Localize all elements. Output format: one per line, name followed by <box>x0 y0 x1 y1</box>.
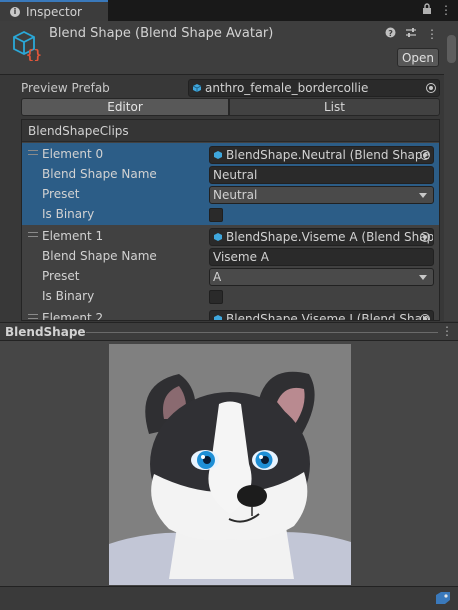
object-picker-icon[interactable] <box>420 314 430 320</box>
asset-labels-icon[interactable] <box>435 591 451 605</box>
chevron-down-icon <box>419 275 427 280</box>
header-tools: ? ⋮ <box>385 27 438 41</box>
tab-inspector[interactable]: i Inspector <box>0 0 108 21</box>
settings-icon[interactable] <box>405 27 417 41</box>
clip-object-value: BlendShape.Neutral (Blend Shape <box>226 148 430 162</box>
object-picker-icon[interactable] <box>420 150 430 160</box>
blendshape-avatar-asset-icon: {} <box>13 30 42 61</box>
asset-title: Blend Shape (Blend Shape Avatar) <box>49 26 274 41</box>
element-title: Element 0 <box>42 147 104 161</box>
element-title: Element 1 <box>42 229 104 243</box>
tab-tools: ⋮ <box>422 3 452 18</box>
clip-element-1[interactable]: Element 1 BlendShape.Viseme A (Blend Sha… <box>22 225 439 307</box>
drag-handle-icon[interactable] <box>28 314 38 319</box>
preview-menu-icon[interactable]: ⋮ <box>441 324 453 338</box>
info-icon: i <box>10 6 20 17</box>
clip-element-0[interactable]: Element 0 BlendShape.Neutral (Blend Shap… <box>22 143 439 225</box>
clip-asset-icon <box>214 151 222 159</box>
preview-header[interactable]: BlendShape ⋮ <box>0 322 458 341</box>
svg-text:?: ? <box>388 29 393 38</box>
blend-shape-name-input[interactable]: Neutral <box>209 166 434 184</box>
inspector-scrollbar[interactable] <box>444 21 458 321</box>
object-picker-icon[interactable] <box>426 83 436 93</box>
preview-prefab-field[interactable]: anthro_female_bordercollie <box>188 79 440 97</box>
clip-object-field[interactable]: BlendShape.Viseme A (Blend Shap <box>209 228 434 246</box>
avatar-preview-image <box>109 344 351 585</box>
preview-title: BlendShape <box>5 325 86 339</box>
svg-text:{}: {} <box>26 48 42 61</box>
inspector-footer <box>0 586 458 610</box>
help-icon[interactable]: ? <box>385 27 396 41</box>
element-title: Element 2 <box>42 311 104 321</box>
drag-handle-icon[interactable] <box>28 150 38 155</box>
blendshape-clips-list: BlendShapeClips Element 0 BlendShape.Neu… <box>21 119 440 321</box>
preview-prefab-value: anthro_female_bordercollie <box>205 81 369 95</box>
preset-select[interactable]: Neutral <box>209 186 434 204</box>
prefab-icon <box>192 84 202 92</box>
preview-resize-divider[interactable] <box>86 332 438 333</box>
clip-object-value: BlendShape.Viseme I (Blend Shap <box>226 312 430 321</box>
preset-value: Neutral <box>213 188 258 202</box>
preset-label: Preset <box>42 269 80 283</box>
is-binary-checkbox[interactable] <box>209 290 223 304</box>
clip-object-value: BlendShape.Viseme A (Blend Shap <box>226 230 434 244</box>
blend-shape-name-label: Blend Shape Name <box>42 249 157 263</box>
clip-object-field[interactable]: BlendShape.Viseme I (Blend Shap <box>209 310 434 321</box>
clip-object-field[interactable]: BlendShape.Neutral (Blend Shape <box>209 146 434 164</box>
open-button[interactable]: Open <box>397 48 439 67</box>
is-binary-label: Is Binary <box>42 289 95 303</box>
lock-icon[interactable] <box>422 3 432 18</box>
preset-label: Preset <box>42 187 80 201</box>
clip-asset-icon <box>214 233 222 241</box>
avatar-render <box>109 344 351 585</box>
is-binary-checkbox[interactable] <box>209 208 223 222</box>
tab-bar: i Inspector ⋮ <box>0 0 458 21</box>
tab-label: Inspector <box>26 4 82 19</box>
blend-shape-name-label: Blend Shape Name <box>42 167 157 181</box>
preset-select[interactable]: A <box>209 268 434 286</box>
tab-menu-icon[interactable]: ⋮ <box>440 3 452 18</box>
clip-element-2[interactable]: Element 2 BlendShape.Viseme I (Blend Sha… <box>22 307 439 321</box>
tab-editor[interactable]: Editor <box>21 98 229 116</box>
scrollbar-thumb[interactable] <box>447 35 456 63</box>
blendshape-preview[interactable] <box>0 341 458 586</box>
is-binary-label: Is Binary <box>42 207 95 221</box>
object-picker-icon[interactable] <box>420 232 430 242</box>
preview-prefab-label: Preview Prefab <box>21 81 110 95</box>
inspector-header: {} Blend Shape (Blend Shape Avatar) ? ⋮ … <box>0 21 458 75</box>
more-icon[interactable]: ⋮ <box>426 27 438 41</box>
clip-asset-icon <box>214 315 222 320</box>
preview-prefab-row: Preview Prefab <box>21 78 110 98</box>
chevron-down-icon <box>419 193 427 198</box>
clips-header: BlendShapeClips <box>22 120 439 142</box>
tab-list[interactable]: List <box>229 98 440 116</box>
blend-shape-name-input[interactable]: Viseme A <box>209 248 434 266</box>
preset-value: A <box>213 270 222 284</box>
drag-handle-icon[interactable] <box>28 232 38 237</box>
